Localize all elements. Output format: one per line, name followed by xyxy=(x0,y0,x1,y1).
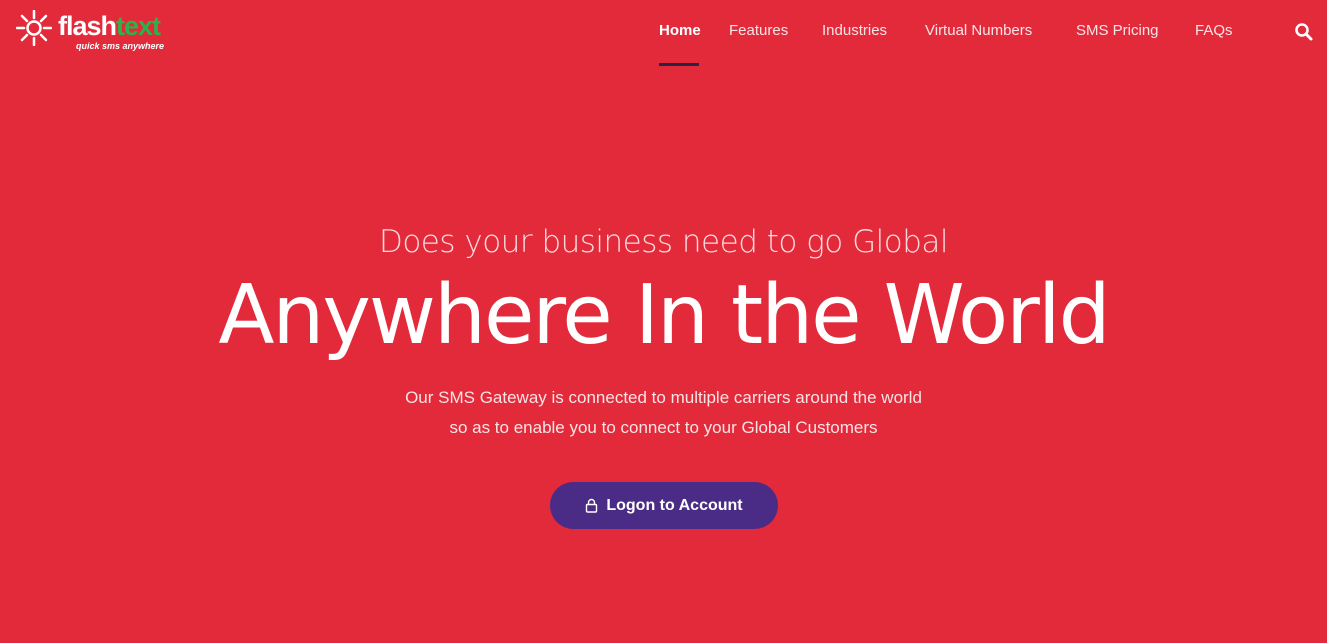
hero-title: Anywhere In the World xyxy=(218,268,1110,363)
hero-eyebrow: Does your business need to go Global xyxy=(378,224,949,260)
logon-button-label: Logon to Account xyxy=(606,496,743,514)
hero-description: Our SMS Gateway is connected to multiple… xyxy=(0,383,1327,443)
logon-to-account-button[interactable]: Logon to Account xyxy=(550,482,778,529)
hero-description-line-2: so as to enable you to connect to your G… xyxy=(449,418,878,437)
hero-description-line-1: Our SMS Gateway is connected to multiple… xyxy=(405,388,922,407)
lock-icon xyxy=(586,498,598,513)
hero-section: Does your business need to go Global Any… xyxy=(0,0,1327,643)
